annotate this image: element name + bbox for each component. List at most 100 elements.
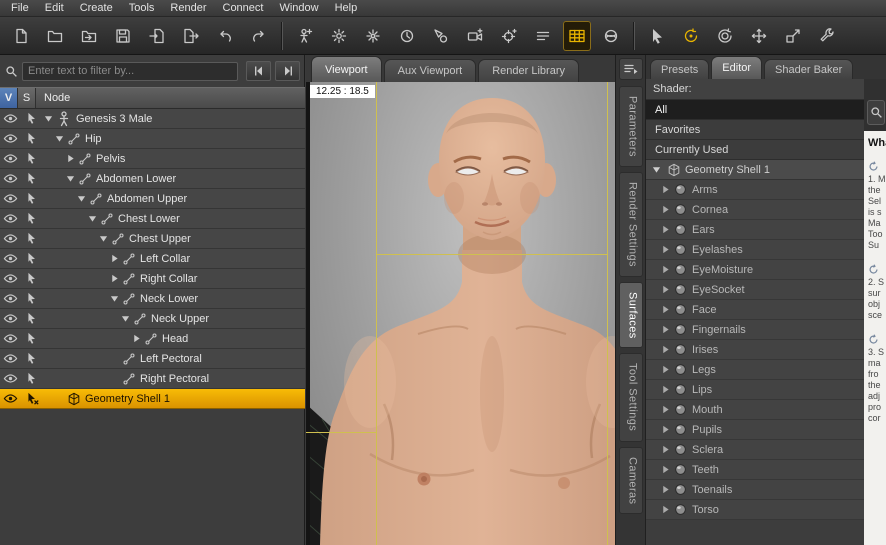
visibility-eye-icon[interactable] — [0, 131, 21, 146]
expand-arrow-icon[interactable] — [661, 325, 672, 334]
menu-item-help[interactable]: Help — [327, 1, 366, 15]
visibility-eye-icon[interactable] — [0, 291, 21, 306]
surface-row-lips[interactable]: Lips — [646, 380, 864, 400]
tab-viewport[interactable]: Viewport — [311, 56, 382, 82]
expand-arrow-icon[interactable] — [661, 385, 672, 394]
preferences-button[interactable] — [813, 21, 841, 51]
expand-arrow-icon[interactable] — [661, 345, 672, 354]
column-header-selectable[interactable]: S — [18, 88, 36, 108]
expand-arrow-icon[interactable] — [661, 505, 672, 514]
scene-filter-input[interactable] — [22, 61, 238, 81]
universal-tool-button[interactable] — [711, 21, 739, 51]
selectable-pointer-icon[interactable] — [21, 212, 44, 225]
surface-row-fingernails[interactable]: Fingernails — [646, 320, 864, 340]
shader-filter-favorites[interactable]: Favorites — [646, 120, 864, 140]
expand-arrow-icon[interactable] — [110, 274, 121, 283]
texture-shaded-button[interactable] — [563, 20, 591, 51]
menu-item-connect[interactable]: Connect — [215, 1, 272, 15]
expand-arrow-icon[interactable] — [661, 405, 672, 414]
surface-row-eyelashes[interactable]: Eyelashes — [646, 240, 864, 260]
visibility-eye-icon[interactable] — [0, 211, 21, 226]
pane-options-button[interactable] — [618, 58, 643, 80]
visibility-eye-icon[interactable] — [0, 351, 21, 366]
expand-arrow-icon[interactable] — [66, 174, 77, 183]
visibility-eye-icon[interactable] — [0, 371, 21, 386]
selectable-pointer-icon[interactable] — [21, 312, 44, 325]
selectable-pointer-icon[interactable] — [21, 172, 44, 185]
expand-arrow-icon[interactable] — [110, 254, 121, 263]
rotate-tool-button[interactable] — [677, 21, 705, 51]
open-recent-button[interactable] — [75, 21, 103, 51]
expand-arrow-icon[interactable] — [652, 165, 663, 174]
tab-aux-viewport[interactable]: Aux Viewport — [383, 59, 477, 82]
visibility-eye-icon[interactable] — [0, 191, 21, 206]
tab-render-library[interactable]: Render Library — [478, 59, 579, 82]
expand-arrow-icon[interactable] — [661, 185, 672, 194]
tree-row-chest-lower[interactable]: Chest Lower — [0, 209, 305, 229]
selectable-pointer-icon[interactable] — [21, 332, 44, 345]
tree-row-chest-upper[interactable]: Chest Upper — [0, 229, 305, 249]
menu-item-render[interactable]: Render — [162, 1, 214, 15]
surface-row-face[interactable]: Face — [646, 300, 864, 320]
translate-tool-button[interactable] — [745, 21, 773, 51]
expand-arrow-icon[interactable] — [99, 234, 110, 243]
tree-row-neck-upper[interactable]: Neck Upper — [0, 309, 305, 329]
selectable-pointer-icon[interactable] — [21, 372, 44, 385]
scale-tool-button[interactable] — [779, 21, 807, 51]
selectable-pointer-icon[interactable] — [21, 132, 44, 145]
visibility-eye-icon[interactable] — [0, 331, 21, 346]
selectable-pointer-icon[interactable] — [21, 292, 44, 305]
tree-row-neck-lower[interactable]: Neck Lower — [0, 289, 305, 309]
create-camera-button[interactable] — [461, 21, 489, 51]
import-button[interactable] — [143, 21, 171, 51]
tree-row-hip[interactable]: Hip — [0, 129, 305, 149]
surface-row-cornea[interactable]: Cornea — [646, 200, 864, 220]
selectable-pointer-icon[interactable] — [21, 352, 44, 365]
side-tab-render-settings[interactable]: Render Settings — [618, 171, 643, 277]
surface-row-irises[interactable]: Irises — [646, 340, 864, 360]
visibility-eye-icon[interactable] — [0, 251, 21, 266]
expand-arrow-icon[interactable] — [661, 365, 672, 374]
shader-filter-currently-used[interactable]: Currently Used — [646, 140, 864, 160]
expand-arrow-icon[interactable] — [77, 194, 88, 203]
selectable-pointer-icon[interactable] — [21, 232, 44, 245]
menu-item-file[interactable]: File — [3, 1, 37, 15]
column-header-node[interactable]: Node — [36, 88, 305, 108]
tree-row-abdomen-lower[interactable]: Abdomen Lower — [0, 169, 305, 189]
nav-back-button[interactable] — [246, 61, 271, 81]
redo-button[interactable] — [245, 21, 273, 51]
expand-arrow-icon[interactable] — [661, 485, 672, 494]
create-spotlight-button[interactable] — [427, 21, 455, 51]
expand-arrow-icon[interactable] — [121, 314, 132, 323]
tree-row-geometry-shell-1[interactable]: Geometry Shell 1 — [0, 389, 305, 409]
menu-item-tools[interactable]: Tools — [121, 1, 163, 15]
surface-row-pupils[interactable]: Pupils — [646, 420, 864, 440]
surface-row-eyemoisture[interactable]: EyeMoisture — [646, 260, 864, 280]
surface-row-teeth[interactable]: Teeth — [646, 460, 864, 480]
side-tab-tool-settings[interactable]: Tool Settings — [618, 353, 643, 442]
tree-row-genesis-3-male[interactable]: Genesis 3 Male — [0, 109, 305, 129]
visibility-eye-icon[interactable] — [0, 391, 21, 406]
tab-shader-baker[interactable]: Shader Baker — [764, 59, 854, 79]
visibility-eye-icon[interactable] — [0, 311, 21, 326]
selectable-pointer-icon[interactable] — [21, 252, 44, 265]
selectable-pointer-icon[interactable] — [21, 112, 44, 125]
open-file-button[interactable] — [41, 21, 69, 51]
expand-arrow-icon[interactable] — [661, 465, 672, 474]
viewport-canvas[interactable]: 12.25 : 18.5 — [306, 82, 615, 545]
scene-list-button[interactable] — [529, 21, 557, 51]
create-point-light-button[interactable] — [359, 21, 387, 51]
expand-arrow-icon[interactable] — [661, 225, 672, 234]
tree-row-pelvis[interactable]: Pelvis — [0, 149, 305, 169]
create-null-button[interactable] — [495, 21, 523, 51]
shader-filter-all[interactable]: All — [646, 100, 864, 120]
expand-arrow-icon[interactable] — [66, 154, 77, 163]
create-linear-point-light-button[interactable] — [393, 21, 421, 51]
menu-item-create[interactable]: Create — [72, 1, 121, 15]
surface-row-eyesocket[interactable]: EyeSocket — [646, 280, 864, 300]
tree-row-right-collar[interactable]: Right Collar — [0, 269, 305, 289]
surface-row-toenails[interactable]: Toenails — [646, 480, 864, 500]
expand-arrow-icon[interactable] — [88, 214, 99, 223]
tree-row-head[interactable]: Head — [0, 329, 305, 349]
selectable-pointer-icon[interactable] — [21, 272, 44, 285]
